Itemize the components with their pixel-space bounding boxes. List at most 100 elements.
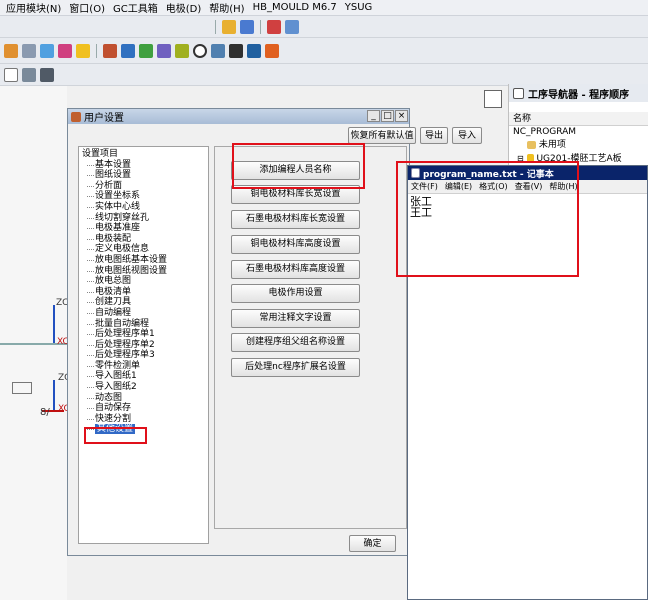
solid-icon[interactable]: [40, 67, 54, 82]
tree-item-label: 创建刀具: [95, 297, 132, 308]
operation-icon[interactable]: [139, 43, 153, 58]
highlight-other-settings: [84, 427, 147, 444]
shaded-icon[interactable]: [22, 67, 36, 82]
machine-icon[interactable]: [175, 43, 189, 58]
menu-help[interactable]: 帮助(H): [209, 0, 244, 15]
dialog-title: 用户设置: [84, 113, 124, 124]
tree-item[interactable]: 线切割穿丝孔: [82, 213, 208, 224]
tree-item[interactable]: 定义电极信息: [82, 244, 208, 255]
tree-item[interactable]: 快速分割: [82, 414, 208, 425]
curve-icon[interactable]: [22, 43, 36, 58]
tree-item-label: 自动保存: [95, 403, 132, 414]
menu-electrode[interactable]: 电极(D): [166, 0, 202, 15]
tree-item[interactable]: 导入图纸2: [82, 382, 208, 393]
tree-item[interactable]: 后处理程序单2: [82, 340, 208, 351]
tree-item-label: 定义电极信息: [95, 244, 150, 255]
minimize-button[interactable]: _: [367, 110, 380, 122]
settings-action-pane: 添加编程人员名称 铜电极材料库长宽设置 石墨电极材料库长宽设置 铜电极材料库高度设置石…: [214, 146, 407, 529]
tree-root[interactable]: 设置项目: [82, 149, 208, 160]
tree-item[interactable]: 放电图纸基本设置: [82, 255, 208, 266]
view-box-icon[interactable]: [4, 67, 18, 82]
settings-action-button[interactable]: 后处理nc程序扩展名设置: [231, 358, 360, 377]
tree-item[interactable]: 后处理程序单3: [82, 350, 208, 361]
toolbar-separator: [96, 43, 97, 58]
tree-item[interactable]: 电极装配: [82, 234, 208, 245]
z-axis-line-low: [53, 380, 55, 410]
sketch-icon[interactable]: [4, 43, 18, 58]
tool-icon[interactable]: [103, 43, 117, 58]
dialog-app-icon: [71, 111, 81, 122]
navigator-column-name[interactable]: 名称: [509, 112, 648, 126]
menu-gc-toolbox[interactable]: GC工具箱: [113, 0, 158, 15]
tree-item[interactable]: 批量自动编程: [82, 319, 208, 330]
part-outline: [12, 382, 32, 394]
tree-item-label: 实体中心线: [95, 201, 141, 212]
maximize-button[interactable]: □: [381, 110, 394, 122]
settings-action-button[interactable]: 电极作用设置: [231, 284, 360, 303]
import-button[interactable]: 导入: [452, 127, 482, 144]
menu-app-module[interactable]: 应用模块(N): [6, 0, 61, 15]
settings-action-button[interactable]: 铜电极材料库高度设置: [231, 235, 360, 254]
tree-item[interactable]: 零件检测单: [82, 361, 208, 372]
nav-row-unused[interactable]: 未用项: [509, 139, 648, 152]
tree-item[interactable]: 设置坐标系: [82, 191, 208, 202]
tree-item[interactable]: 放电总图: [82, 276, 208, 287]
settings-action-button[interactable]: 石墨电极材料库高度设置: [231, 260, 360, 279]
menu-window[interactable]: 窗口(O): [69, 0, 105, 15]
tree-item-label: 零件检测单: [95, 360, 141, 371]
tree-item-label: 动态图: [95, 392, 123, 403]
tree-item-label: 后处理程序单2: [95, 339, 155, 350]
tree-item[interactable]: 电极清单: [82, 287, 208, 298]
tree-item[interactable]: 动态图: [82, 393, 208, 404]
tree-item-label: 线切割穿丝孔: [95, 212, 150, 223]
tree-item[interactable]: 导入图纸1: [82, 371, 208, 382]
color-icon[interactable]: [58, 43, 72, 58]
measure-icon[interactable]: [267, 19, 281, 34]
tree-item-label: 导入图纸2: [95, 382, 137, 393]
tree-item-label: 放电图纸视图设置: [95, 265, 168, 276]
ok-button[interactable]: 确定: [349, 535, 396, 552]
restore-defaults-button[interactable]: 恢复所有默认值: [348, 127, 416, 144]
tree-item[interactable]: 自动保存: [82, 403, 208, 414]
export-button[interactable]: 导出: [420, 127, 448, 144]
program-icon[interactable]: [157, 43, 171, 58]
tree-item-label: 批量自动编程: [95, 318, 150, 329]
path-icon[interactable]: [121, 43, 135, 58]
tree-item-label: 分析面: [95, 180, 123, 191]
circle-icon[interactable]: [193, 43, 207, 58]
panda-icon[interactable]: [229, 43, 243, 58]
settings-action-button[interactable]: 石墨电极材料库长宽设置: [231, 210, 360, 229]
tree-item[interactable]: 分析面: [82, 181, 208, 192]
tree-item[interactable]: 创建刀具: [82, 297, 208, 308]
post-icon[interactable]: [265, 43, 279, 58]
highlight-notepad-content: [396, 161, 579, 277]
navigator-resize-icon[interactable]: [484, 90, 502, 108]
ruler-icon[interactable]: [285, 19, 299, 34]
tree-item[interactable]: 后处理程序单1: [82, 329, 208, 340]
dialog-titlebar[interactable]: 用户设置: [68, 109, 409, 124]
nav-row-nc-program[interactable]: NC_PROGRAM: [509, 126, 648, 139]
menu-hb-mould[interactable]: HB_MOULD M6.7: [253, 2, 337, 13]
settings-tree[interactable]: 设置项目 基本设置 图纸设置 分析面 设置坐标系 实体中心线 线切割穿丝孔 电极基准座 电极装…: [78, 146, 209, 544]
simulate-icon[interactable]: [247, 43, 261, 58]
light-icon[interactable]: [76, 43, 90, 58]
play-icon[interactable]: [240, 19, 254, 34]
tree-item[interactable]: 自动编程: [82, 308, 208, 319]
close-button[interactable]: ×: [395, 110, 408, 122]
tree-item[interactable]: 基本设置: [82, 160, 208, 171]
toolbar-separator: [260, 19, 261, 34]
edit-icon[interactable]: [222, 19, 236, 34]
nav-row-unused-label: 未用项: [538, 140, 566, 150]
tree-item[interactable]: 放电图纸视图设置: [82, 266, 208, 277]
tree-item[interactable]: 电极基准座: [82, 223, 208, 234]
tree-item[interactable]: 图纸设置: [82, 170, 208, 181]
navigator-icon: [513, 87, 524, 99]
tree-item-label: 图纸设置: [95, 170, 132, 181]
menu-ysug[interactable]: YSUG: [345, 2, 373, 13]
tree-item[interactable]: 实体中心线: [82, 202, 208, 213]
toolbar-row-2: [0, 38, 648, 64]
settings-action-button[interactable]: 常用注释文字设置: [231, 309, 360, 328]
settings-action-button[interactable]: 创建程序组父组名称设置: [231, 333, 360, 352]
point-icon[interactable]: [40, 43, 54, 58]
verify-icon[interactable]: [211, 43, 225, 58]
